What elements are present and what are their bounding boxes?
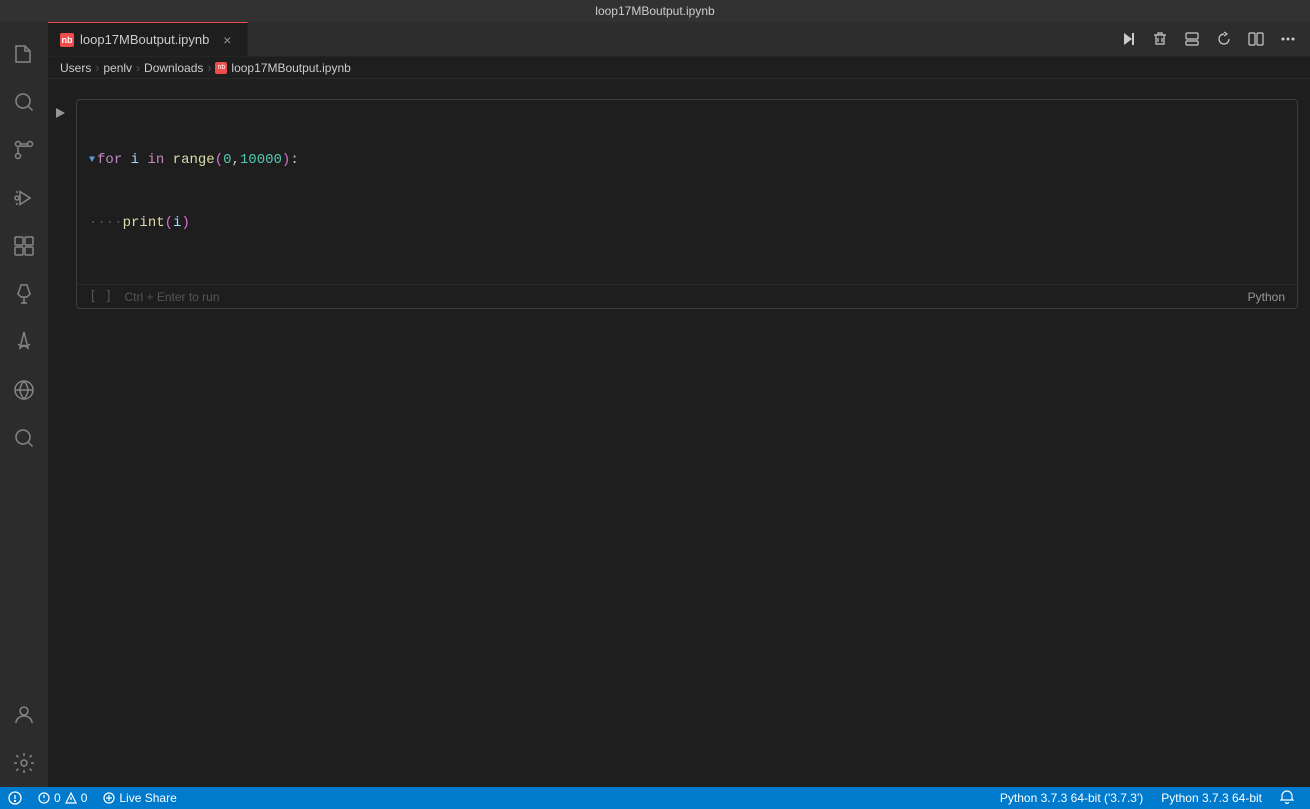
activity-source-control[interactable] <box>0 126 48 174</box>
activity-bar <box>0 22 48 787</box>
cell-run-button[interactable] <box>48 101 72 125</box>
restart-kernel-button[interactable] <box>1210 25 1238 53</box>
activity-search-bottom[interactable] <box>0 414 48 462</box>
split-editor-button[interactable] <box>1242 25 1270 53</box>
status-errors[interactable]: 0 0 <box>30 791 95 805</box>
activity-settings[interactable] <box>0 739 48 787</box>
tab-notebook[interactable]: nb loop17MBoutput.ipynb × <box>48 22 248 56</box>
cell-wrapper: ▼ for i in range(0,10000): ····print(i) … <box>76 99 1298 309</box>
cell-code-block[interactable]: ▼ for i in range(0,10000): ····print(i) … <box>76 99 1298 309</box>
collapse-icon[interactable]: ▼ <box>89 153 95 168</box>
activity-files[interactable] <box>0 30 48 78</box>
status-python-right[interactable]: Python 3.7.3 64-bit <box>1153 791 1270 805</box>
toolbar <box>1106 22 1310 56</box>
title-bar: loop17MBoutput.ipynb <box>0 0 1310 22</box>
error-count: 0 <box>54 791 61 805</box>
status-error-icon-area[interactable] <box>0 791 30 805</box>
live-share-label: Live Share <box>119 791 176 805</box>
content-area: nb loop17MBoutput.ipynb × <box>48 22 1310 787</box>
breadcrumb-file-icon: nb <box>215 62 227 74</box>
code-line-1: ▼ for i in range(0,10000): <box>89 150 1285 171</box>
activity-extensions[interactable] <box>0 222 48 270</box>
cell-bracket: [ ] <box>89 289 112 304</box>
activity-astro[interactable] <box>0 318 48 366</box>
more-actions-button[interactable] <box>1274 25 1302 53</box>
clear-output-button[interactable] <box>1146 25 1174 53</box>
tab-label: loop17MBoutput.ipynb <box>80 32 209 47</box>
breadcrumb: Users › penlv › Downloads › nb loop17MBo… <box>48 57 1310 79</box>
cell-footer: [ ] Ctrl + Enter to run Python <box>77 284 1297 308</box>
toggle-output-button[interactable] <box>1178 25 1206 53</box>
status-live-share[interactable]: Live Share <box>95 791 184 805</box>
status-python-version[interactable]: Python 3.7.3 64-bit ('3.7.3') <box>992 791 1151 805</box>
activity-account[interactable] <box>0 691 48 739</box>
breadcrumb-penlv[interactable]: penlv <box>103 61 132 75</box>
breadcrumb-users[interactable]: Users <box>60 61 91 75</box>
breadcrumb-file[interactable]: nb loop17MBoutput.ipynb <box>215 61 350 75</box>
activity-search[interactable] <box>0 78 48 126</box>
cell-container: ▼ for i in range(0,10000): ····print(i) … <box>48 99 1310 309</box>
status-bar: 0 0 Live Share Python 3.7.3 64-bit ('3.7… <box>0 787 1310 809</box>
activity-test[interactable] <box>0 270 48 318</box>
warning-count: 0 <box>81 791 88 805</box>
title-text: loop17MBoutput.ipynb <box>595 4 714 18</box>
notebook-tab-icon: nb <box>60 33 74 47</box>
run-all-button[interactable] <box>1114 25 1142 53</box>
status-bell-icon[interactable] <box>1272 790 1302 807</box>
tab-close-button[interactable]: × <box>219 32 235 48</box>
breadcrumb-downloads[interactable]: Downloads <box>144 61 203 75</box>
notebook-area[interactable]: ▼ for i in range(0,10000): ····print(i) … <box>48 79 1310 787</box>
tab-bar: nb loop17MBoutput.ipynb × <box>48 22 1310 57</box>
activity-run[interactable] <box>0 174 48 222</box>
code-line-2: ····print(i) <box>89 213 1285 234</box>
status-right: Python 3.7.3 64-bit ('3.7.3') Python 3.7… <box>984 790 1310 807</box>
language-label: Python <box>1248 290 1285 304</box>
cell-code-content: ▼ for i in range(0,10000): ····print(i) <box>77 100 1297 284</box>
run-hint: Ctrl + Enter to run <box>124 290 219 304</box>
activity-remote[interactable] <box>0 366 48 414</box>
